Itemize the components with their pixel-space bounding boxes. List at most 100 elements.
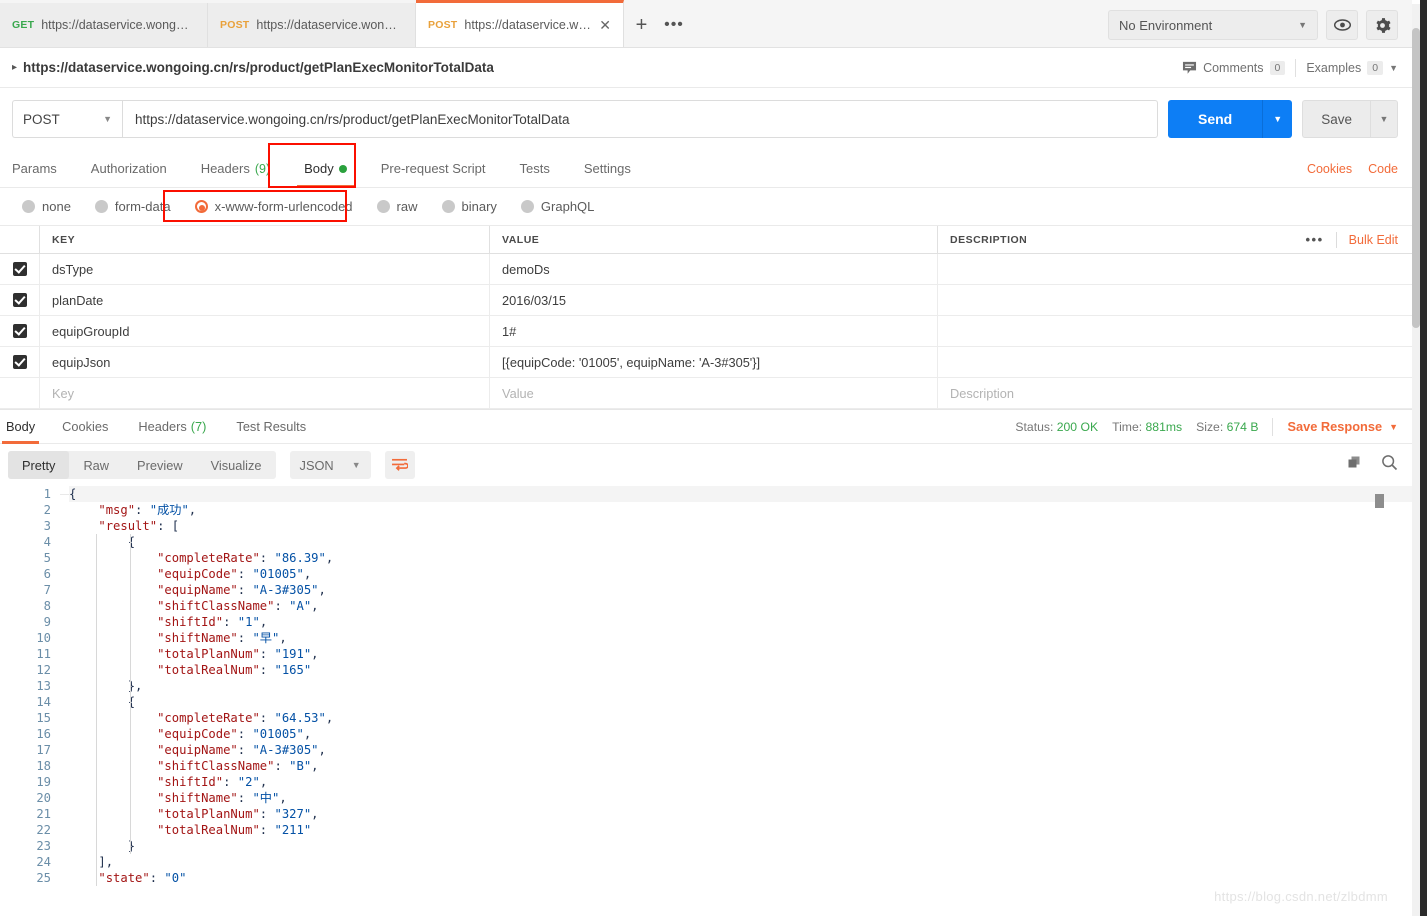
- new-value-input[interactable]: Value: [490, 378, 938, 408]
- response-toolbar-actions: [1347, 454, 1398, 476]
- response-tab-test-results[interactable]: Test Results: [221, 410, 321, 444]
- row-value[interactable]: [{equipCode: '01005', equipName: 'A-3#30…: [490, 347, 938, 377]
- request-tab-method: POST: [428, 19, 458, 31]
- row-description[interactable]: [938, 285, 1412, 315]
- row-description[interactable]: [938, 347, 1412, 377]
- row-checkbox[interactable]: [12, 324, 27, 338]
- environment-selector[interactable]: No Environment ▼: [1108, 10, 1318, 40]
- row-key[interactable]: equipJson: [40, 347, 490, 377]
- search-response-button[interactable]: [1381, 454, 1398, 476]
- comments-button[interactable]: Comments 0: [1182, 60, 1286, 75]
- row-description[interactable]: [938, 316, 1412, 346]
- code-scrollbar-thumb[interactable]: [1375, 494, 1384, 508]
- row-value[interactable]: demoDs: [490, 254, 938, 284]
- request-config-tabs: Params Authorization Headers (9) Body Pre-req…: [0, 143, 1412, 188]
- row-checkbox[interactable]: [12, 262, 27, 276]
- response-tab-headers[interactable]: Headers (7): [123, 410, 221, 444]
- response-tab-body[interactable]: Body: [0, 410, 47, 444]
- request-url-input[interactable]: https://dataservice.wongoing.cn/rs/produ…: [122, 100, 1158, 138]
- save-options-button[interactable]: ▼: [1370, 100, 1398, 138]
- body-type-raw[interactable]: raw: [367, 199, 432, 214]
- code-line: "result": [: [98, 519, 180, 533]
- tab-tests[interactable]: Tests: [503, 150, 567, 188]
- settings-button[interactable]: [1366, 10, 1398, 40]
- response-format-value: JSON: [299, 457, 334, 473]
- line-number-gutter: 1 2 3 4 5 6 7 8 9 10 11 12 13 14 15 16 17 18 19 20 21 22 23 24 2…: [0, 486, 60, 886]
- tab-count: (9): [254, 161, 271, 176]
- send-button[interactable]: Send: [1167, 100, 1263, 138]
- chevron-down-icon: ▼: [351, 460, 361, 470]
- view-mode-pretty[interactable]: Pretty: [8, 451, 70, 479]
- row-key[interactable]: planDate: [40, 285, 490, 315]
- save-response-button[interactable]: Save Response ▼: [1287, 419, 1398, 434]
- body-type-graphql[interactable]: GraphQL: [511, 199, 608, 214]
- table-row[interactable]: equipGroupId 1#: [0, 316, 1412, 347]
- word-wrap-toggle[interactable]: [384, 451, 415, 479]
- row-value[interactable]: 2016/03/15: [490, 285, 938, 315]
- http-method-value: POST: [23, 111, 60, 127]
- view-mode-visualize[interactable]: Visualize: [197, 451, 276, 479]
- new-key-input[interactable]: Key: [40, 378, 490, 408]
- send-options-button[interactable]: ▼: [1262, 100, 1293, 138]
- body-type-none[interactable]: none: [12, 199, 85, 214]
- code-content: { "msg": "成功", "result": [ { "completeRa…: [60, 486, 1412, 886]
- table-options-icon[interactable]: •••: [1294, 232, 1336, 247]
- row-key[interactable]: equipGroupId: [40, 316, 490, 346]
- examples-button[interactable]: Examples 0 ▼: [1306, 60, 1398, 75]
- environment-quick-look-button[interactable]: [1326, 10, 1358, 40]
- body-type-binary[interactable]: binary: [432, 199, 511, 214]
- table-row[interactable]: dsType demoDs: [0, 254, 1412, 285]
- tab-authorization[interactable]: Authorization: [74, 150, 184, 188]
- row-checkbox[interactable]: [12, 293, 27, 307]
- view-mode-raw[interactable]: Raw: [69, 451, 123, 479]
- comments-count: 0: [1269, 60, 1286, 75]
- view-mode-preview[interactable]: Preview: [123, 451, 197, 479]
- bulk-edit-link[interactable]: Bulk Edit: [1337, 233, 1398, 247]
- body-type-label: x-www-form-urlencoded: [214, 199, 353, 214]
- response-format-select[interactable]: JSON ▼: [289, 451, 371, 479]
- tab-label: Settings: [583, 161, 631, 176]
- examples-count: 0: [1367, 60, 1384, 75]
- row-value[interactable]: 1#: [490, 316, 938, 346]
- response-tab-count: (7): [190, 419, 207, 434]
- line-number: 5: [43, 551, 51, 565]
- environment-controls: No Environment ▼: [1108, 10, 1412, 47]
- tab-overflow-menu-icon[interactable]: •••: [659, 3, 689, 47]
- copy-response-button[interactable]: [1347, 455, 1363, 476]
- collection-expand-icon[interactable]: ▸: [12, 62, 17, 73]
- row-checkbox[interactable]: [12, 355, 27, 369]
- response-tab-cookies[interactable]: Cookies: [47, 410, 123, 444]
- request-tab-1[interactable]: GET https://dataservice.wongoing.c...: [0, 3, 208, 47]
- table-header-row: KEY VALUE DESCRIPTION ••• Bulk Edit: [0, 226, 1412, 254]
- body-type-form-data[interactable]: form-data: [85, 199, 185, 214]
- response-tab-label: Test Results: [236, 419, 307, 434]
- response-body-code-viewer[interactable]: 1 2 3 4 5 6 7 8 9 10 11 12 13 14 15 16 17 18 19 20 21 22 23 24 2…: [0, 486, 1412, 886]
- body-type-label: none: [42, 199, 71, 214]
- request-tab-2[interactable]: POST https://dataservice.wongoing....: [208, 3, 416, 47]
- table-row[interactable]: equipJson [{equipCode: '01005', equipName…: [0, 347, 1412, 378]
- body-type-x-www-form-urlencoded[interactable]: x-www-form-urlencoded: [185, 199, 367, 214]
- request-tab-url: https://dataservice.wongoing....: [464, 18, 593, 32]
- row-description[interactable]: [938, 254, 1412, 284]
- tab-settings[interactable]: Settings: [567, 150, 648, 188]
- save-button[interactable]: Save: [1302, 100, 1370, 138]
- table-row[interactable]: planDate 2016/03/15: [0, 285, 1412, 316]
- tab-pre-request-script[interactable]: Pre-request Script: [364, 150, 503, 188]
- new-tab-button[interactable]: +: [624, 3, 659, 47]
- http-method-select[interactable]: POST ▼: [12, 100, 122, 138]
- tab-label: Pre-request Script: [380, 161, 486, 176]
- radio-icon: [441, 200, 455, 213]
- tab-body[interactable]: Body: [287, 150, 364, 188]
- request-tab-3[interactable]: POST https://dataservice.wongoing.... ✕: [416, 0, 624, 47]
- cookies-link[interactable]: Cookies: [1307, 162, 1352, 176]
- tab-params[interactable]: Params: [12, 150, 74, 188]
- page-scrollbar-thumb[interactable]: [1412, 28, 1420, 328]
- new-description-input[interactable]: Description: [938, 378, 1412, 408]
- table-row-empty[interactable]: Key Value Description: [0, 378, 1412, 409]
- code-scrollbar-track[interactable]: [1375, 494, 1384, 884]
- line-number: 19: [36, 775, 51, 789]
- close-icon[interactable]: ✕: [599, 18, 611, 32]
- tab-headers[interactable]: Headers (9): [184, 150, 287, 188]
- row-key[interactable]: dsType: [40, 254, 490, 284]
- code-link[interactable]: Code: [1368, 162, 1398, 176]
